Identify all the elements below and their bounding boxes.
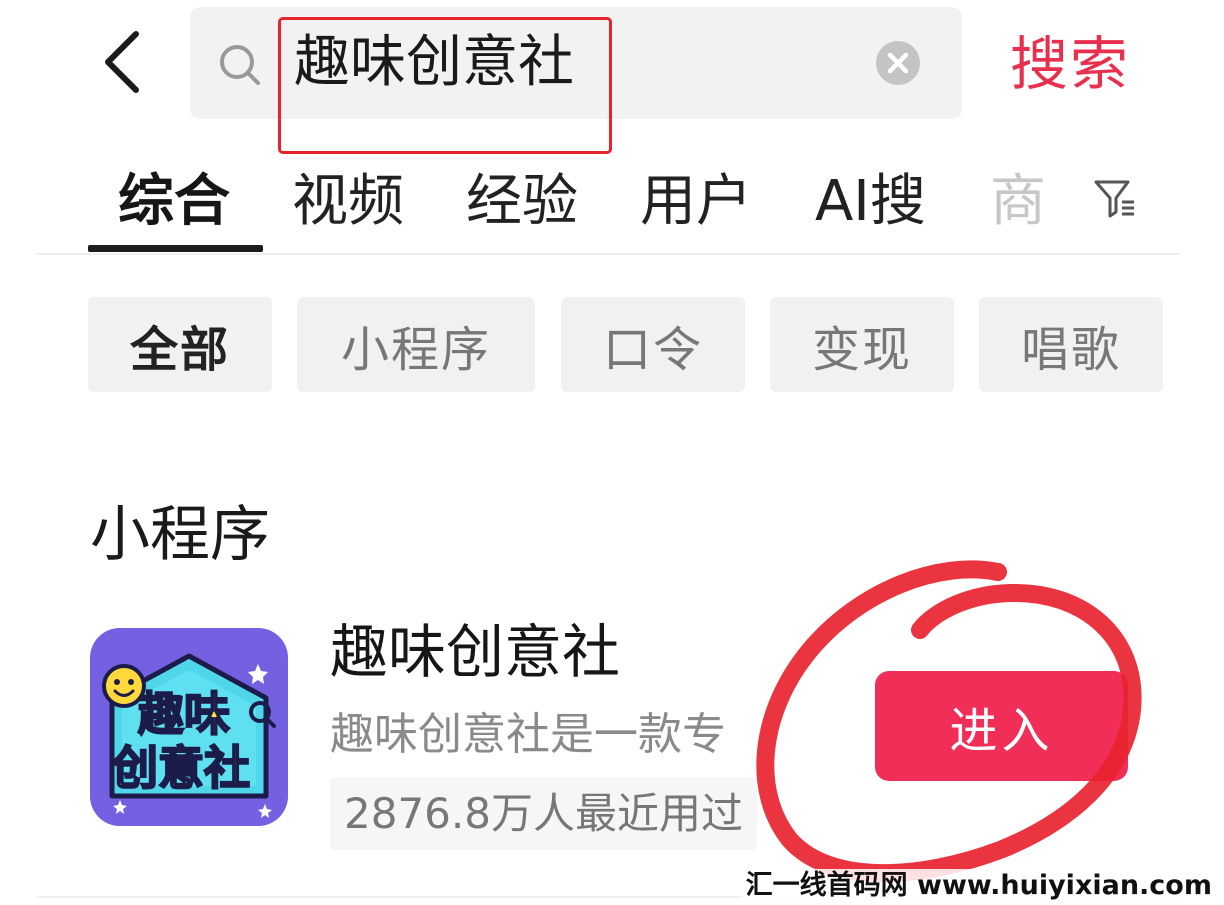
app-icon[interactable]: 趣味 创意社	[90, 628, 288, 826]
chip-command[interactable]: 口令	[561, 297, 745, 392]
tab-ai-search[interactable]: AI搜	[815, 162, 926, 242]
app-icon-text-line1: 趣味	[137, 686, 231, 742]
chip-mini-program[interactable]: 小程序	[297, 297, 535, 392]
tab-bar: 综合 视频 经验 用户 AI搜 商	[0, 148, 1224, 254]
tab-comprehensive[interactable]: 综合	[118, 162, 230, 242]
filter-icon[interactable]	[1092, 176, 1136, 220]
search-icon	[220, 45, 260, 85]
search-box[interactable]	[190, 7, 962, 119]
chevron-left-icon	[105, 31, 139, 93]
search-input[interactable]	[294, 7, 854, 119]
back-button[interactable]	[92, 26, 152, 98]
chip-singing[interactable]: 唱歌	[979, 297, 1163, 392]
chip-monetize[interactable]: 变现	[770, 297, 954, 392]
active-tab-indicator	[88, 245, 263, 252]
app-name[interactable]: 趣味创意社	[330, 612, 620, 692]
divider	[37, 253, 1180, 255]
search-results-page: 搜索 综合 视频 经验 用户 AI搜 商 全部 小程序 口令 变现 唱歌 小程序	[0, 0, 1224, 905]
chip-all[interactable]: 全部	[88, 297, 272, 392]
search-submit-button[interactable]: 搜索	[1010, 24, 1130, 104]
app-icon-text-line2: 创意社	[111, 740, 251, 796]
clear-circle-icon[interactable]	[876, 41, 920, 85]
tab-experience[interactable]: 经验	[466, 162, 578, 242]
watermark: 汇一线首码网 www.huiyixian.com	[741, 869, 1216, 903]
usage-count-badge: 2876.8万人最近用过	[330, 778, 757, 850]
section-title: 小程序	[90, 500, 270, 570]
tab-shop[interactable]: 商	[990, 162, 1046, 242]
description-fade	[755, 700, 795, 770]
enter-button[interactable]: 进入	[875, 671, 1128, 781]
tab-video[interactable]: 视频	[292, 162, 404, 242]
app-description: 趣味创意社是一款专	[330, 709, 726, 760]
tab-users[interactable]: 用户	[640, 162, 752, 242]
